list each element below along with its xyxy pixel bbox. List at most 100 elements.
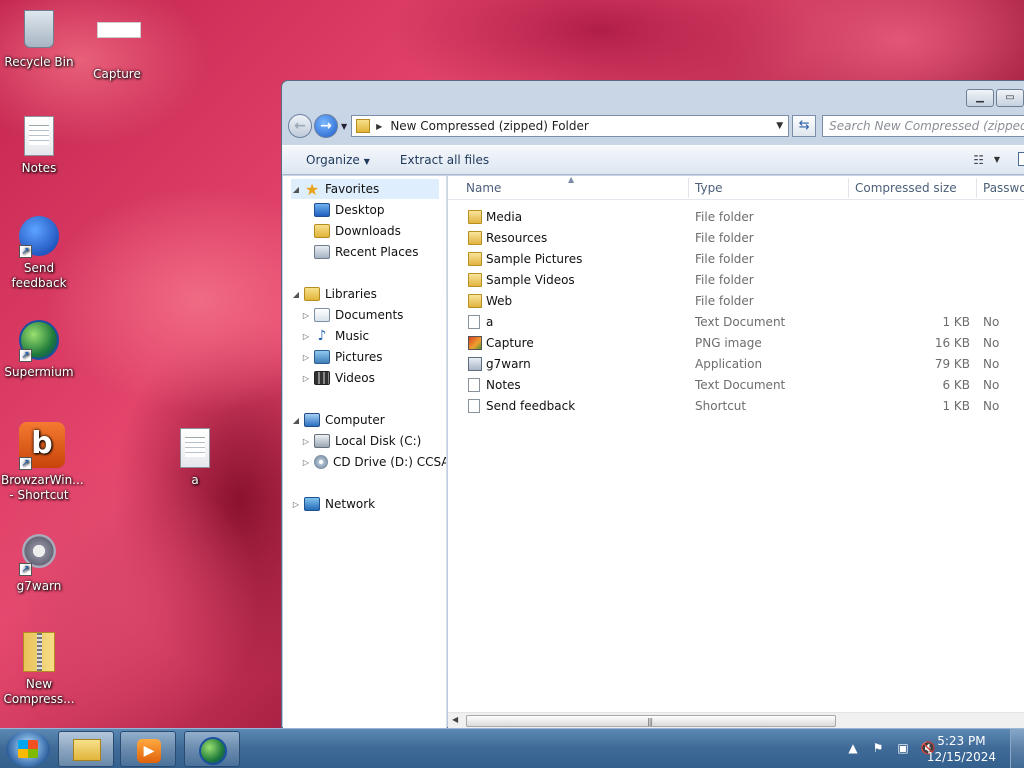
extract-all-files-button[interactable]: Extract all files: [400, 153, 489, 167]
nav-documents[interactable]: ▷ Documents: [301, 305, 403, 325]
file-row-send-feedback[interactable]: Send feedback Shortcut 1 KB No: [448, 396, 1024, 417]
collapsed-triangle-icon[interactable]: ▷: [301, 458, 311, 467]
desktop-icon-recycle-bin[interactable]: Recycle Bin: [1, 8, 77, 70]
maximize-button[interactable]: ▭: [996, 89, 1024, 107]
hard-disk-icon: [314, 434, 330, 448]
file-password: No: [983, 378, 1000, 392]
file-type: File folder: [695, 252, 754, 266]
network-status-icon[interactable]: ▣: [895, 741, 911, 755]
column-header-compressed-size[interactable]: Compressed size: [855, 181, 957, 195]
desktop-icon-g7warn[interactable]: ↗ g7warn: [1, 530, 77, 594]
pictures-icon: [314, 350, 330, 364]
view-list-icon: ☷: [973, 153, 984, 167]
show-desktop-button[interactable]: [1010, 729, 1024, 768]
column-divider[interactable]: [848, 178, 849, 198]
star-icon: ★: [304, 179, 320, 199]
nav-music[interactable]: ▷ ♪ Music: [301, 326, 369, 346]
address-path[interactable]: New Compressed (zipped) Folder: [390, 119, 770, 133]
desktop-icon-label: BrowzarWin... - Shortcut: [1, 473, 84, 502]
change-view-button[interactable]: ☷: [973, 153, 984, 167]
search-input[interactable]: Search New Compressed (zipped) Fo: [822, 115, 1024, 137]
column-divider[interactable]: [976, 178, 977, 198]
back-button[interactable]: ←: [288, 114, 312, 138]
collapsed-triangle-icon[interactable]: ▷: [301, 374, 311, 383]
taskbar-explorer-button[interactable]: [58, 731, 114, 767]
minimize-button[interactable]: ▁: [966, 89, 994, 107]
collapsed-triangle-icon[interactable]: ▷: [301, 353, 311, 362]
desktop-icon-send-feedback[interactable]: ↗ Send feedback: [1, 216, 77, 291]
desktop-icon-new-compressed[interactable]: New Compress...: [1, 632, 77, 707]
view-options-dropdown[interactable]: ▼: [994, 155, 1000, 164]
recycle-bin-icon: [19, 10, 59, 52]
file-row-sample-videos[interactable]: Sample Videos File folder: [448, 270, 1024, 291]
collapsed-triangle-icon[interactable]: ▷: [301, 311, 311, 320]
file-password: No: [983, 357, 1000, 371]
desktop-icon-label: Recycle Bin: [4, 55, 74, 69]
file-row-notes[interactable]: Notes Text Document 6 KB No: [448, 375, 1024, 396]
file-row-sample-pictures[interactable]: Sample Pictures File folder: [448, 249, 1024, 270]
column-header-name[interactable]: Name: [466, 181, 501, 195]
nav-pictures[interactable]: ▷ Pictures: [301, 347, 383, 367]
start-button[interactable]: [6, 731, 50, 767]
file-name: Notes: [486, 378, 521, 392]
file-type: Text Document: [695, 378, 786, 392]
column-divider[interactable]: [688, 178, 689, 198]
recent-pages-dropdown[interactable]: ▼: [341, 122, 347, 131]
expanded-triangle-icon[interactable]: ◢: [291, 416, 301, 425]
taskbar-browser-button[interactable]: [184, 731, 240, 767]
nav-computer[interactable]: ◢ Computer: [291, 410, 385, 430]
nav-videos[interactable]: ▷ Videos: [301, 368, 375, 388]
documents-icon: [314, 308, 330, 322]
file-row-g7warn[interactable]: g7warn Application 79 KB No: [448, 354, 1024, 375]
organize-label: Organize: [306, 153, 360, 167]
desktop-icon-supermium[interactable]: ↗ Supermium: [1, 320, 77, 380]
file-row-web[interactable]: Web File folder: [448, 291, 1024, 312]
column-header-password[interactable]: Passwo: [983, 181, 1024, 195]
desktop-icon-a[interactable]: a: [157, 428, 233, 488]
desktop-icon-notes[interactable]: Notes: [1, 116, 77, 176]
nav-libraries[interactable]: ◢ Libraries: [291, 284, 377, 304]
file-row-a[interactable]: a Text Document 1 KB No: [448, 312, 1024, 333]
action-center-flag-icon[interactable]: ⚑: [870, 741, 886, 755]
scrollbar-thumb[interactable]: |||: [466, 715, 836, 727]
nav-cd-drive[interactable]: ▷ CD Drive (D:) CCSA_: [301, 452, 446, 472]
horizontal-scrollbar[interactable]: ◀ |||: [448, 712, 1024, 729]
clock-time: 5:23 PM: [937, 734, 986, 748]
expanded-triangle-icon[interactable]: ◢: [291, 290, 301, 299]
breadcrumb-chevron-icon[interactable]: ▶: [376, 122, 382, 131]
desktop-icon-label: Notes: [21, 161, 57, 175]
refresh-button[interactable]: ⇆: [792, 115, 817, 137]
scroll-left-arrow-icon[interactable]: ◀: [452, 715, 458, 724]
explorer-window: ▁ ▭ ← → ▼ ▶ New Compressed (zipped) Fold…: [281, 80, 1024, 729]
chevron-down-icon: ▼: [363, 157, 370, 166]
forward-button[interactable]: →: [314, 114, 338, 138]
nav-recent-places[interactable]: Recent Places: [311, 242, 418, 262]
file-type: Text Document: [695, 315, 786, 329]
cd-drive-icon: [314, 455, 328, 469]
collapsed-triangle-icon[interactable]: ▷: [291, 500, 301, 509]
column-header-type[interactable]: Type: [695, 181, 723, 195]
nav-downloads[interactable]: Downloads: [311, 221, 401, 241]
preview-pane-button[interactable]: [1018, 152, 1024, 166]
desktop-icon-capture[interactable]: Capture: [79, 8, 155, 82]
taskbar-media-player-button[interactable]: ▶: [120, 731, 176, 767]
desktop-icon-browzar[interactable]: b ↗ BrowzarWin... - Shortcut: [1, 422, 84, 503]
nav-favorites[interactable]: ◢ ★ Favorites: [291, 179, 439, 199]
shortcut-arrow-icon: ↗: [19, 563, 32, 576]
text-file-icon: [19, 116, 59, 158]
expanded-triangle-icon[interactable]: ◢: [291, 185, 301, 194]
navigation-bar: ← → ▼ ▶ New Compressed (zipped) Folder ▼…: [288, 113, 1024, 139]
show-hidden-icons-icon[interactable]: ▲: [845, 741, 861, 755]
collapsed-triangle-icon[interactable]: ▷: [301, 437, 311, 446]
address-history-dropdown[interactable]: ▼: [770, 121, 788, 131]
file-row-media[interactable]: Media File folder: [448, 207, 1024, 228]
nav-desktop[interactable]: Desktop: [311, 200, 385, 220]
nav-network[interactable]: ▷ Network: [291, 494, 375, 514]
file-row-resources[interactable]: Resources File folder: [448, 228, 1024, 249]
file-row-capture[interactable]: Capture PNG image 16 KB No: [448, 333, 1024, 354]
collapsed-triangle-icon[interactable]: ▷: [301, 332, 311, 341]
organize-button[interactable]: Organize ▼: [306, 153, 370, 167]
nav-local-disk[interactable]: ▷ Local Disk (C:): [301, 431, 421, 451]
clock[interactable]: 5:23 PM 12/15/2024: [927, 733, 996, 765]
address-bar[interactable]: ▶ New Compressed (zipped) Folder ▼: [351, 115, 790, 137]
